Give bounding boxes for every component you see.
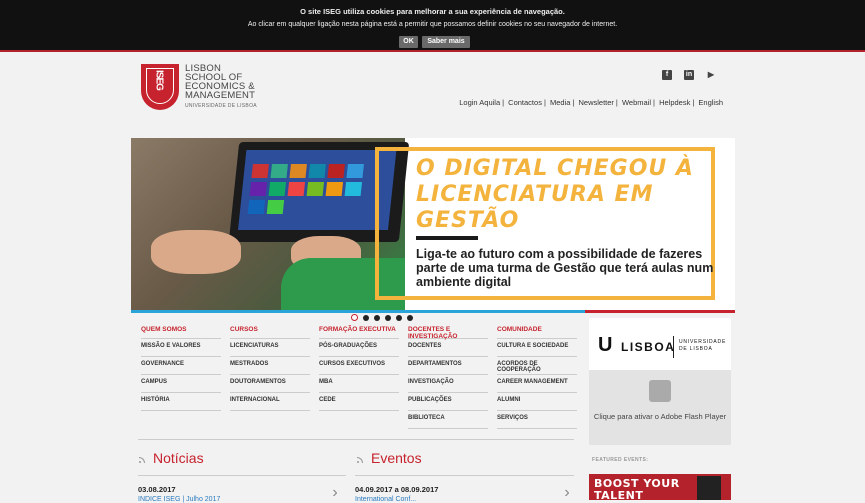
events-underline [355,475,574,476]
menu-item[interactable]: CULTURA E SOCIEDADE [497,339,577,357]
logo-subtitle: UNIVERSIDADE DE LISBOA [185,103,257,109]
hero-photo [131,138,410,310]
logo-line-4: MANAGEMENT [185,90,256,101]
headline-underline [416,236,478,240]
carousel-dot-4[interactable] [385,315,391,321]
flash-placeholder[interactable]: Clique para ativar o Adobe Flash Player [589,370,731,445]
menu-item[interactable]: DOCENTES [408,339,488,357]
boost-line-2: TALENT [594,489,644,501]
sidebar-accent-bar [585,310,735,313]
rss-icon [139,455,147,463]
menu-item[interactable]: BIBLIOTECA [408,411,488,429]
news-date: 03.08.2017 [138,485,176,494]
youtube-icon[interactable]: ▶ [706,70,716,80]
menu-item[interactable]: INTERNACIONAL [230,393,310,411]
menu-heading[interactable]: COMUNIDADE [497,326,577,339]
hero-banner[interactable]: O DIGITAL CHEGOU À LICENCIATURA EM GESTÃ… [131,138,735,310]
carousel-dot-3[interactable] [374,315,380,321]
link-media[interactable]: Media [549,98,571,107]
news-title[interactable]: Notícias [153,450,204,466]
banner-accent-bar [131,310,585,313]
facebook-icon[interactable]: f [662,70,672,80]
menu-item[interactable]: MISSÃO E VALORES [141,339,221,357]
featured-events-label: FEATURED EVENTS: [592,457,649,463]
carousel-dot-6[interactable] [407,315,413,321]
rss-icon [357,455,365,463]
events-title[interactable]: Eventos [371,450,422,466]
link-english[interactable]: English [697,98,724,107]
menu-item[interactable]: PÓS-GRADUAÇÕES [319,339,399,357]
menu-item[interactable]: CAREER MANAGEMENT [497,375,577,393]
ulisboa-sub-2: DE LISBOA [679,346,713,352]
cookie-more-button[interactable]: Saber mais [422,36,470,48]
menu-item[interactable]: HISTÓRIA [141,393,221,411]
linkedin-icon[interactable]: in [684,70,694,80]
banner-subline: Liga-te ao futuro com a possibilidade de… [416,247,714,289]
menu-item[interactable]: DEPARTAMENTOS [408,357,488,375]
menu-item[interactable]: ALUMNI [497,393,577,411]
chevron-right-icon[interactable]: › [562,484,572,502]
menu-heading[interactable]: DOCENTES E INVESTIGAÇÃO [408,326,488,340]
menu-item[interactable]: CEDE [319,393,399,411]
menu-item[interactable]: CURSOS EXECUTIVOS [319,357,399,375]
menu-heading[interactable]: CURSOS [230,326,310,339]
puzzle-plugin-icon [649,380,671,402]
link-contactos[interactable]: Contactos [507,98,543,107]
chevron-right-icon[interactable]: › [330,484,340,502]
iseg-shield-logo: ISEG [141,64,179,110]
carousel-dot-1[interactable] [351,314,358,321]
link-webmail[interactable]: Webmail [621,98,652,107]
menu-quem-somos: QUEM SOMOS MISSÃO E VALORES GOVERNANCE C… [141,326,221,411]
carousel-dot-2[interactable] [363,315,369,321]
logo-wordmark: LISBON SCHOOL OF ECONOMICS & MANAGEMENT … [185,64,295,111]
menu-comunidade: COMUNIDADE CULTURA E SOCIEDADE ACORDOS D… [497,326,577,429]
cookie-banner: O site ISEG utiliza cookies para melhora… [0,0,865,52]
menu-item[interactable]: CAMPUS [141,375,221,393]
menu-heading[interactable]: FORMAÇÃO EXECUTIVA [319,326,399,339]
cookie-ok-button[interactable]: OK [399,36,418,48]
section-divider [138,439,574,440]
ulisboa-mark: U [598,334,613,356]
shield-letters: ISEG [153,70,165,90]
shield-text: ISEG [152,70,166,92]
menu-item[interactable]: LICENCIATURAS [230,339,310,357]
link-helpdesk[interactable]: Helpdesk [658,98,691,107]
cookie-message: O site ISEG utiliza cookies para melhora… [300,7,565,16]
menu-item[interactable]: DOUTORAMENTOS [230,375,310,393]
banner-headline: O DIGITAL CHEGOU À LICENCIATURA EM GESTÃ… [416,156,694,233]
news-underline [138,475,346,476]
ulisboa-word: LISBOA [621,340,676,354]
ulisboa-sub-1: UNIVERSIDADE [679,339,727,345]
menu-item[interactable]: SERVIÇOS [497,411,577,429]
menu-item[interactable]: PUBLICAÇÕES [408,393,488,411]
boost-talent-banner[interactable]: BOOST YOUR TALENT [589,474,731,500]
menu-formacao-executiva: FORMAÇÃO EXECUTIVA PÓS-GRADUAÇÕES CURSOS… [319,326,399,411]
menu-heading[interactable]: QUEM SOMOS [141,326,221,339]
flash-message: Clique para ativar o Adobe Flash Player [593,412,727,421]
menu-item[interactable]: ACORDOS DE COOPERAÇÃO [497,357,577,375]
iseg-badge-icon [697,476,721,500]
ulisboa-subtitle: UNIVERSIDADE DE LISBOA [679,339,726,353]
link-newsletter[interactable]: Newsletter [577,98,614,107]
link-login-aquila[interactable]: Login Aquila [458,98,501,107]
ulisboa-logo[interactable]: U LISBOA UNIVERSIDADE DE LISBOA [589,318,731,370]
menu-item[interactable]: INVESTIGAÇÃO [408,375,488,393]
menu-item[interactable]: MESTRADOS [230,357,310,375]
event-date: 04.09.2017 a 08.09.2017 [355,485,439,494]
menu-item[interactable]: MBA [319,375,399,393]
menu-cursos: CURSOS LICENCIATURAS MESTRADOS DOUTORAME… [230,326,310,411]
boost-text: BOOST YOUR TALENT [594,478,680,501]
menu-item[interactable]: GOVERNANCE [141,357,221,375]
cookie-consent-text: Ao clicar em qualquer ligação nesta pági… [247,21,618,28]
carousel-dot-5[interactable] [396,315,402,321]
utility-nav: Login Aquila | Contactos | Media | Newslett… [458,98,724,107]
menu-docentes-investigacao: DOCENTES E INVESTIGAÇÃO DOCENTES DEPARTA… [408,326,488,429]
